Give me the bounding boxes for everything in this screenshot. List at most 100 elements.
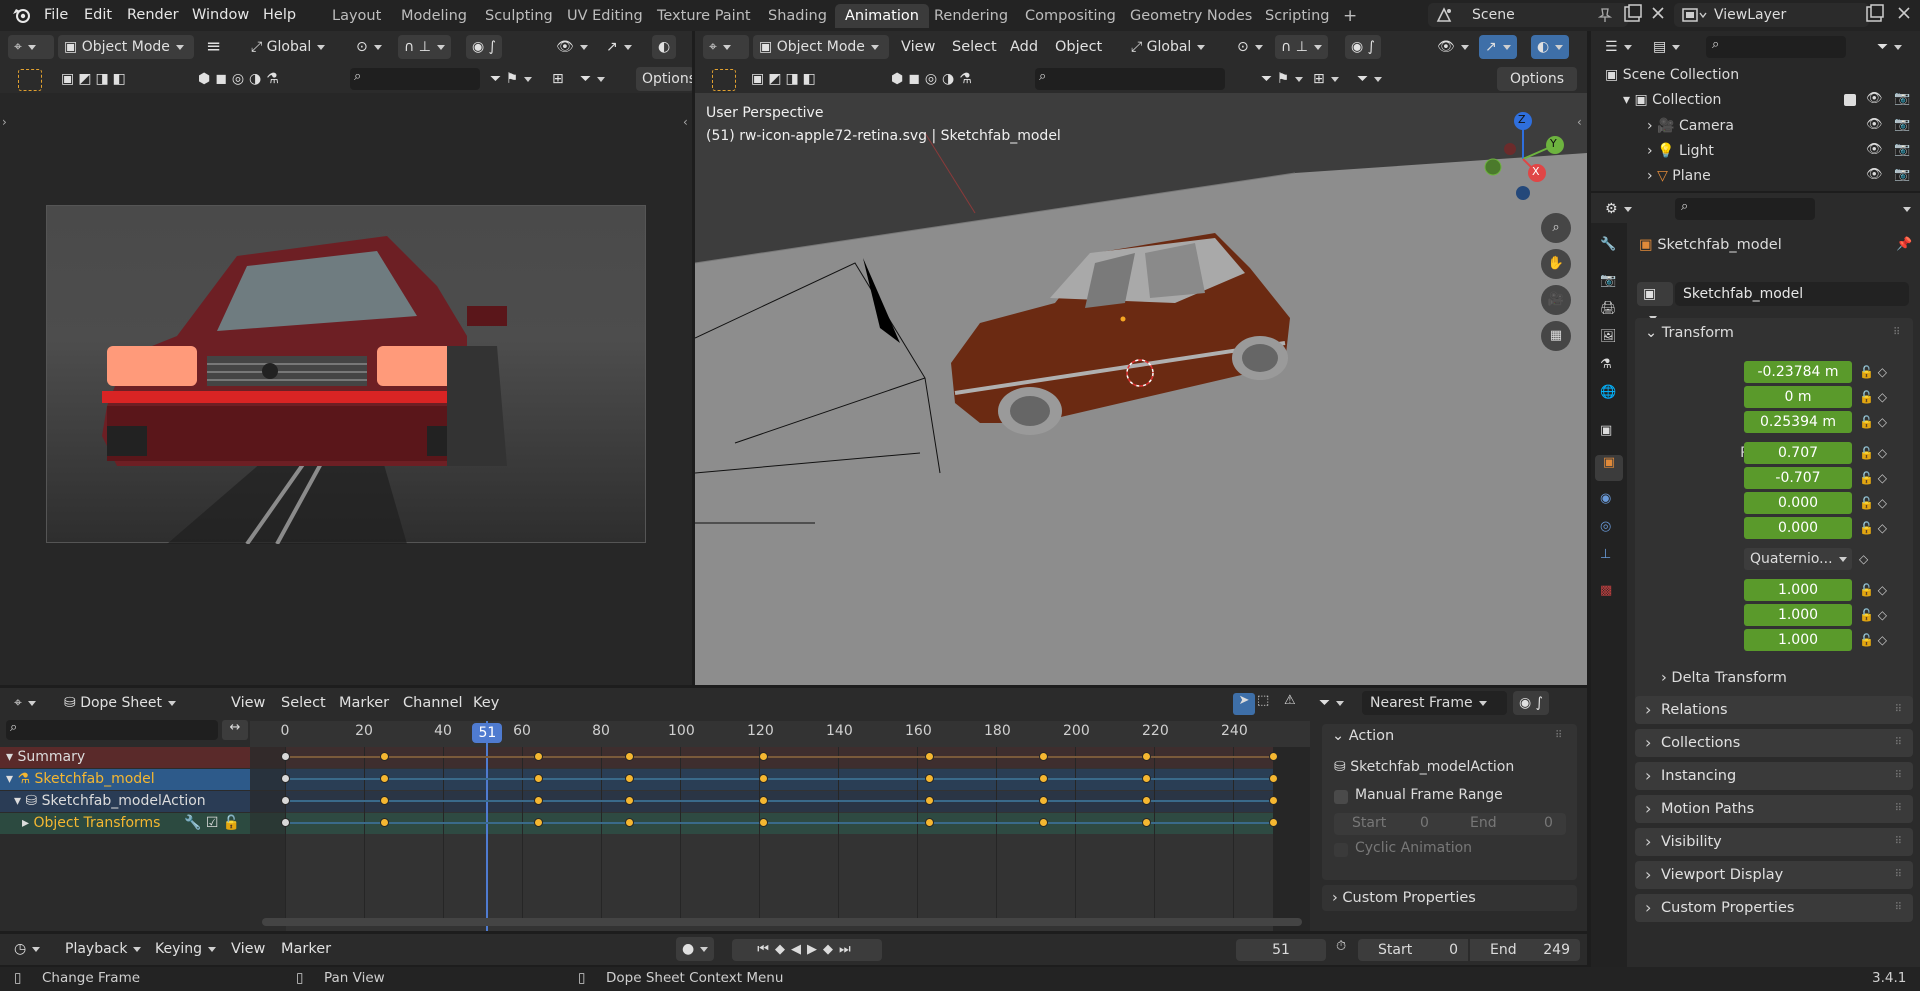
remove-view-layer-icon[interactable] [1895, 4, 1913, 22]
hamburger-icon[interactable]: ≡ [200, 35, 227, 59]
properties-search-input[interactable]: ⌕ [1675, 198, 1815, 220]
material-tab-icon[interactable]: ▩ [1600, 583, 1612, 598]
keyframe[interactable] [624, 752, 634, 761]
scene-selector[interactable]: Scene [1428, 3, 1628, 27]
only-selected-icon[interactable]: ➤ [1233, 693, 1255, 715]
modifier-wrench-icon[interactable]: 🔧 ☑ 🔓 [184, 813, 240, 834]
snap-dropdown[interactable]: ∩ ⊥ [398, 35, 451, 59]
ds-menu-key[interactable]: Key [473, 691, 499, 715]
outliner-editor-type[interactable]: ☰ [1599, 35, 1638, 59]
keyframe[interactable] [379, 774, 389, 783]
keyframe[interactable] [924, 796, 934, 805]
record-button[interactable]: ● [676, 937, 715, 961]
right-sidebar-toggle[interactable]: ‹ [683, 115, 688, 129]
action-panel-header[interactable]: ⌄ Action [1332, 728, 1394, 744]
playback-menu[interactable]: Playback [59, 937, 147, 961]
playhead-frame-indicator[interactable]: 51 [472, 723, 503, 743]
lock-icon[interactable]: 🔓 ◇ [1859, 386, 1887, 408]
main-shading-icons[interactable]: ⬢◼◎◑⚗ [885, 67, 983, 91]
collection-tab-icon[interactable]: ▣ [1600, 423, 1612, 438]
camera-render-icon[interactable]: 📷 [1894, 117, 1910, 132]
playhead-line[interactable] [486, 721, 489, 931]
plane-render-icon[interactable]: 📷 [1894, 167, 1910, 182]
section-relations[interactable]: Relations ⠿ [1635, 696, 1913, 724]
lock-icon[interactable]: 🔓 ◇ [1859, 579, 1887, 601]
tab-shading[interactable]: Shading [758, 4, 837, 28]
world-tab-icon[interactable]: 🌐 [1600, 385, 1616, 400]
new-view-layer-icon[interactable] [1864, 4, 1884, 24]
delta-transform-row[interactable]: › Delta Transform [1661, 670, 1787, 686]
main-object-mode-dropdown[interactable]: ▣ Object Mode [753, 35, 889, 59]
main-editor-type-button[interactable]: ⌖ [703, 35, 749, 59]
hidden-icon[interactable]: ⬚ [1257, 693, 1269, 708]
location-y-field[interactable]: 0 m [1744, 386, 1852, 408]
collection-row[interactable]: ▾ ▣ Collection [1623, 92, 1721, 108]
select-mode-icons[interactable]: ▣◩◨◧ [55, 67, 136, 91]
left-sidebar-toggle[interactable]: › [2, 115, 7, 129]
proportional-edit-icon[interactable]: ◉ ∫ [466, 35, 502, 59]
end-frame-field[interactable]: End 249 [1470, 939, 1580, 961]
object-tab-icon[interactable]: ▣ [1595, 455, 1623, 481]
collection-checkbox[interactable] [1844, 94, 1856, 106]
dopesheet-mode-dropdown[interactable]: ⛁ Dope Sheet [58, 691, 214, 715]
object-browse-dropdown[interactable]: ▣ [1637, 282, 1673, 306]
channel-summary[interactable]: ▾ Summary [0, 747, 250, 768]
rotation-z-field[interactable]: 0.000 [1744, 517, 1852, 539]
scene-tab-icon[interactable]: ⚗ [1600, 357, 1612, 372]
keyframe[interactable] [379, 752, 389, 761]
horizontal-scrollbar[interactable] [262, 918, 1302, 926]
tab-compositing[interactable]: Compositing [1015, 4, 1126, 28]
orientation-dropdown[interactable]: ⤢ Global [245, 35, 345, 59]
ortho-grid-icon[interactable]: ▦ [1541, 321, 1571, 351]
keying-menu[interactable]: Keying [149, 937, 222, 961]
tl-menu-view[interactable]: View [231, 937, 265, 961]
select-tool-icon[interactable] [18, 69, 42, 91]
lock-icon[interactable]: 🔓 ◇ [1859, 492, 1887, 514]
outliner-item-plane[interactable]: › ▽ Plane [1647, 168, 1711, 184]
object-name-field[interactable]: Sketchfab_model [1675, 282, 1909, 306]
main-sidebar-toggle[interactable]: ‹ [1577, 115, 1582, 129]
lock-icon[interactable]: 🔓 ◇ [1859, 629, 1887, 651]
keyframe[interactable] [281, 796, 290, 805]
constraint-tab-icon[interactable]: ⊥ [1600, 547, 1611, 562]
snap-mode-dropdown[interactable]: Nearest Frame [1362, 691, 1507, 715]
channel-object-transforms[interactable]: ▸ Object Transforms 🔧 ☑ 🔓 [0, 813, 250, 834]
manual-range-checkbox[interactable] [1334, 790, 1348, 804]
channel-search-input[interactable]: ⌕ [6, 720, 218, 740]
swap-icon[interactable]: ↔ [222, 720, 248, 740]
lock-icon[interactable]: 🔓 ◇ [1859, 361, 1887, 383]
keyframe[interactable] [533, 752, 543, 761]
channel-action[interactable]: ▾ ⛁ Sketchfab_modelAction [0, 791, 250, 812]
editor-type-button[interactable]: ⌖ [8, 35, 54, 59]
left-options-button[interactable]: Options [636, 67, 696, 91]
menu-window[interactable]: Window [192, 4, 249, 26]
main-orientation-dropdown[interactable]: ⤢ Global [1125, 35, 1225, 59]
collection-camera-icon[interactable]: 📷 [1894, 91, 1910, 106]
view-layer-tab-icon[interactable]: 🖼 [1600, 329, 1617, 344]
ds-filter-dropdown[interactable]: ⏷ [1313, 691, 1350, 715]
blender-logo-icon[interactable] [12, 6, 32, 24]
ds-proportional-icon[interactable]: ◉ ∫ [1513, 691, 1549, 715]
plane-eye-icon[interactable]: 👁 [1866, 167, 1883, 182]
keyframe[interactable] [1268, 796, 1278, 805]
lock-icon[interactable]: 🔓 ◇ [1859, 411, 1887, 433]
action-custom-properties[interactable]: › Custom Properties [1322, 885, 1577, 911]
ds-menu-view[interactable]: View [231, 691, 265, 715]
main-overlay-dropdown[interactable]: ◐ [1531, 35, 1570, 59]
scene-collection-row[interactable]: ▣ Scene Collection [1605, 67, 1739, 83]
main-pivot-dropdown[interactable]: ⊙ [1231, 35, 1269, 59]
lock-icon[interactable]: 🔓 ◇ [1859, 604, 1887, 626]
section-custom-properties[interactable]: Custom Properties ⠿ [1635, 894, 1913, 922]
zoom-icon[interactable]: ⌕ [1541, 213, 1571, 243]
rotation-y-field[interactable]: 0.000 [1744, 492, 1852, 514]
section-viewport-display[interactable]: Viewport Display ⠿ [1635, 861, 1913, 889]
lock-icon[interactable]: 🔓 ◇ [1859, 517, 1887, 539]
overlay-icon[interactable]: ◐ [652, 35, 677, 59]
start-frame-field[interactable]: Start 0 [1358, 939, 1468, 961]
object-mode-dropdown[interactable]: ▣ Object Mode [58, 35, 194, 59]
main-visibility-dropdown[interactable]: 👁 [1431, 35, 1475, 59]
visibility-dropdown[interactable]: 👁 [550, 35, 594, 59]
keyframe[interactable] [533, 818, 543, 827]
transform-header[interactable]: ⌄ Transform [1645, 325, 1734, 341]
light-eye-icon[interactable]: 👁 [1866, 142, 1883, 157]
